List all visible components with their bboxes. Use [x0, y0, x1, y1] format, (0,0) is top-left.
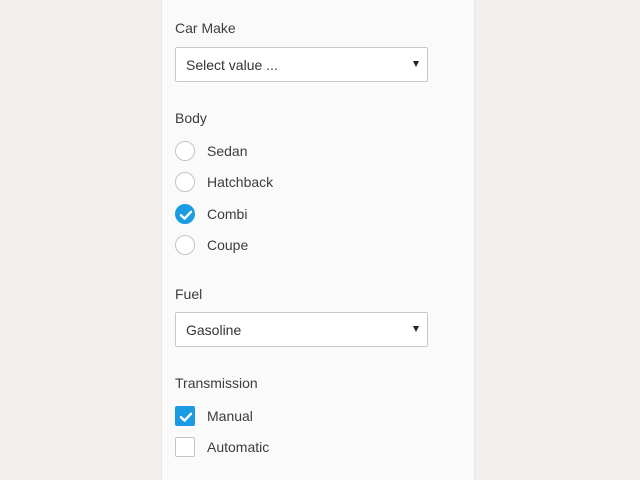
chevron-down-icon — [413, 61, 419, 67]
chevron-down-icon — [413, 326, 419, 332]
body-option-coupe[interactable]: Coupe — [175, 235, 375, 257]
car-make-label: Car Make — [175, 20, 236, 36]
transmission-option-automatic[interactable]: Automatic — [175, 437, 375, 459]
radio-button[interactable] — [175, 141, 195, 161]
car-make-select[interactable]: Select value ... — [175, 47, 428, 82]
filter-panel: Car Make Select value ... Body Sedan Hat… — [161, 0, 475, 480]
fuel-select[interactable]: Gasoline — [175, 312, 428, 347]
option-label: Sedan — [207, 143, 248, 159]
option-label: Hatchback — [207, 174, 274, 190]
checkbox[interactable] — [175, 406, 195, 426]
body-option-hatchback[interactable]: Hatchback — [175, 172, 375, 194]
car-make-select-value: Select value ... — [186, 57, 278, 73]
option-label: Coupe — [207, 237, 249, 253]
check-icon — [179, 210, 193, 220]
transmission-option-manual[interactable]: Manual — [175, 406, 375, 428]
radio-button[interactable] — [175, 235, 195, 255]
radio-button[interactable] — [175, 204, 195, 224]
option-label: Combi — [207, 206, 248, 222]
radio-button[interactable] — [175, 172, 195, 192]
fuel-select-value: Gasoline — [186, 322, 242, 338]
body-label: Body — [175, 110, 207, 126]
body-option-combi[interactable]: Combi — [175, 204, 375, 226]
option-label: Automatic — [207, 439, 270, 455]
body-option-sedan[interactable]: Sedan — [175, 141, 375, 163]
fuel-label: Fuel — [175, 286, 203, 302]
transmission-label: Transmission — [175, 375, 258, 391]
check-icon — [179, 412, 193, 422]
option-label: Manual — [207, 408, 253, 424]
checkbox[interactable] — [175, 437, 195, 457]
